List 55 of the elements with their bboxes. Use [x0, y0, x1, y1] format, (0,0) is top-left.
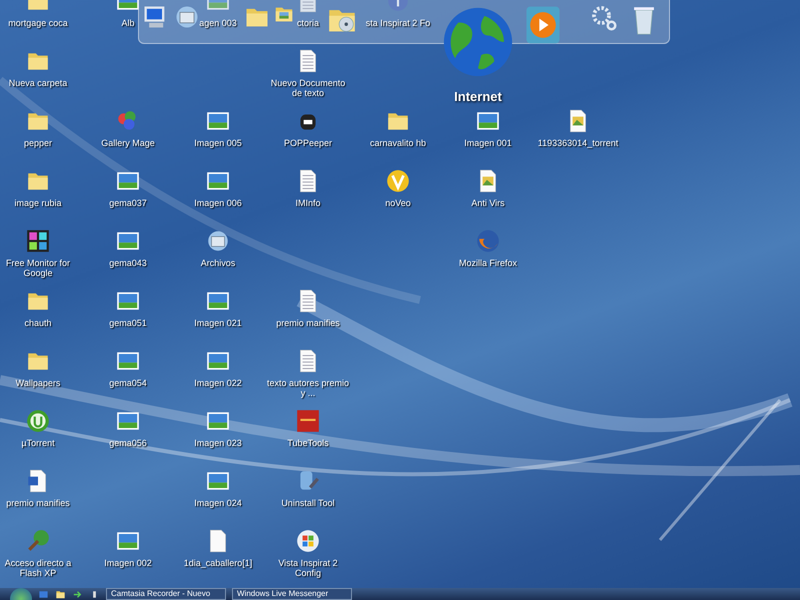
icon-label[interactable]: Free Monitor for Google — [0, 258, 81, 278]
icon-label[interactable]: Imagen 001 — [464, 138, 512, 148]
icon-label[interactable]: Imagen 021 — [194, 318, 242, 328]
settings-icon[interactable] — [589, 3, 619, 33]
icon-label[interactable]: gema056 — [109, 438, 147, 448]
icon-label[interactable]: Nuevo Documento de texto — [265, 78, 351, 98]
icon-label[interactable]: Imagen 006 — [194, 198, 242, 208]
icon-label[interactable]: 1193363014_torrent — [538, 138, 618, 148]
icon-label[interactable]: chauth — [24, 318, 52, 328]
icon-label[interactable]: Uninstall Tool — [281, 498, 335, 508]
icon-label[interactable]: image rubia — [14, 198, 62, 208]
icon-label[interactable]: Gallery Mage — [101, 138, 155, 148]
icon-label[interactable]: Imagen 002 — [104, 558, 152, 568]
icon-label[interactable]: ctoria — [296, 18, 319, 28]
icon-label[interactable]: sta Inspirat 2 Fo — [366, 18, 430, 28]
icon-label[interactable]: Mozilla Firefox — [458, 258, 517, 268]
desktop-icon[interactable] — [38, 588, 49, 600]
video-tool-icon[interactable] — [295, 408, 321, 434]
icon-label[interactable]: gema043 — [109, 258, 147, 268]
icon-label[interactable]: Imagen 024 — [194, 498, 242, 508]
icon-label[interactable]: noVeo — [385, 198, 411, 208]
torrent-icon[interactable] — [25, 408, 51, 434]
icon-label[interactable]: gema037 — [109, 198, 147, 208]
icon-label[interactable]: pepper — [24, 138, 52, 148]
icon-label[interactable]: TubeTools — [287, 438, 329, 448]
icon-label[interactable]: Imagen 022 — [194, 378, 242, 388]
icon-label[interactable]: Archivos — [200, 258, 236, 268]
icon-label[interactable]: Acceso directo a Flash XP — [0, 558, 81, 578]
icon-label[interactable]: Alb — [121, 18, 134, 28]
icon-label[interactable]: Wallpapers — [16, 378, 60, 388]
icon-label[interactable]: premio manifies — [6, 498, 70, 508]
icon-label[interactable]: µTorrent — [21, 438, 55, 448]
icon-label[interactable]: agen 003 — [199, 18, 237, 28]
icon-label[interactable]: carnavalito hb — [370, 138, 426, 148]
icon-label[interactable]: 1dia_caballero[1] — [184, 558, 252, 568]
icon-label[interactable]: Vista Inspirat 2 Config — [265, 558, 351, 578]
icon-label[interactable]: gema054 — [109, 378, 147, 388]
dock-label: Internet — [454, 89, 502, 104]
icon-label[interactable]: Anti Virs — [471, 198, 505, 208]
icon-label[interactable]: Imagen 023 — [194, 438, 242, 448]
icon-label[interactable]: IMInfo — [295, 198, 320, 208]
windows-logo-icon[interactable] — [295, 528, 321, 554]
v-logo-icon[interactable] — [385, 168, 411, 194]
tiles-icon[interactable] — [25, 228, 51, 254]
icon-label[interactable]: Nueva carpeta — [8, 78, 68, 88]
folder-icon[interactable] — [55, 588, 66, 600]
icon-label[interactable]: Imagen 005 — [194, 138, 242, 148]
taskbar-button[interactable]: Windows Live Messenger — [232, 588, 352, 600]
taskbar-button[interactable]: Camtasia Recorder - Nuevo — [106, 588, 226, 600]
icon-label[interactable]: texto autores premio y ... — [265, 378, 351, 398]
icon-label[interactable]: gema051 — [109, 318, 147, 328]
arrow-icon[interactable] — [72, 588, 83, 600]
icon-label[interactable]: POPPeeper — [284, 138, 332, 148]
icon-label[interactable]: premio manifies — [276, 318, 340, 328]
icon-label[interactable]: mortgage coca — [8, 18, 68, 28]
